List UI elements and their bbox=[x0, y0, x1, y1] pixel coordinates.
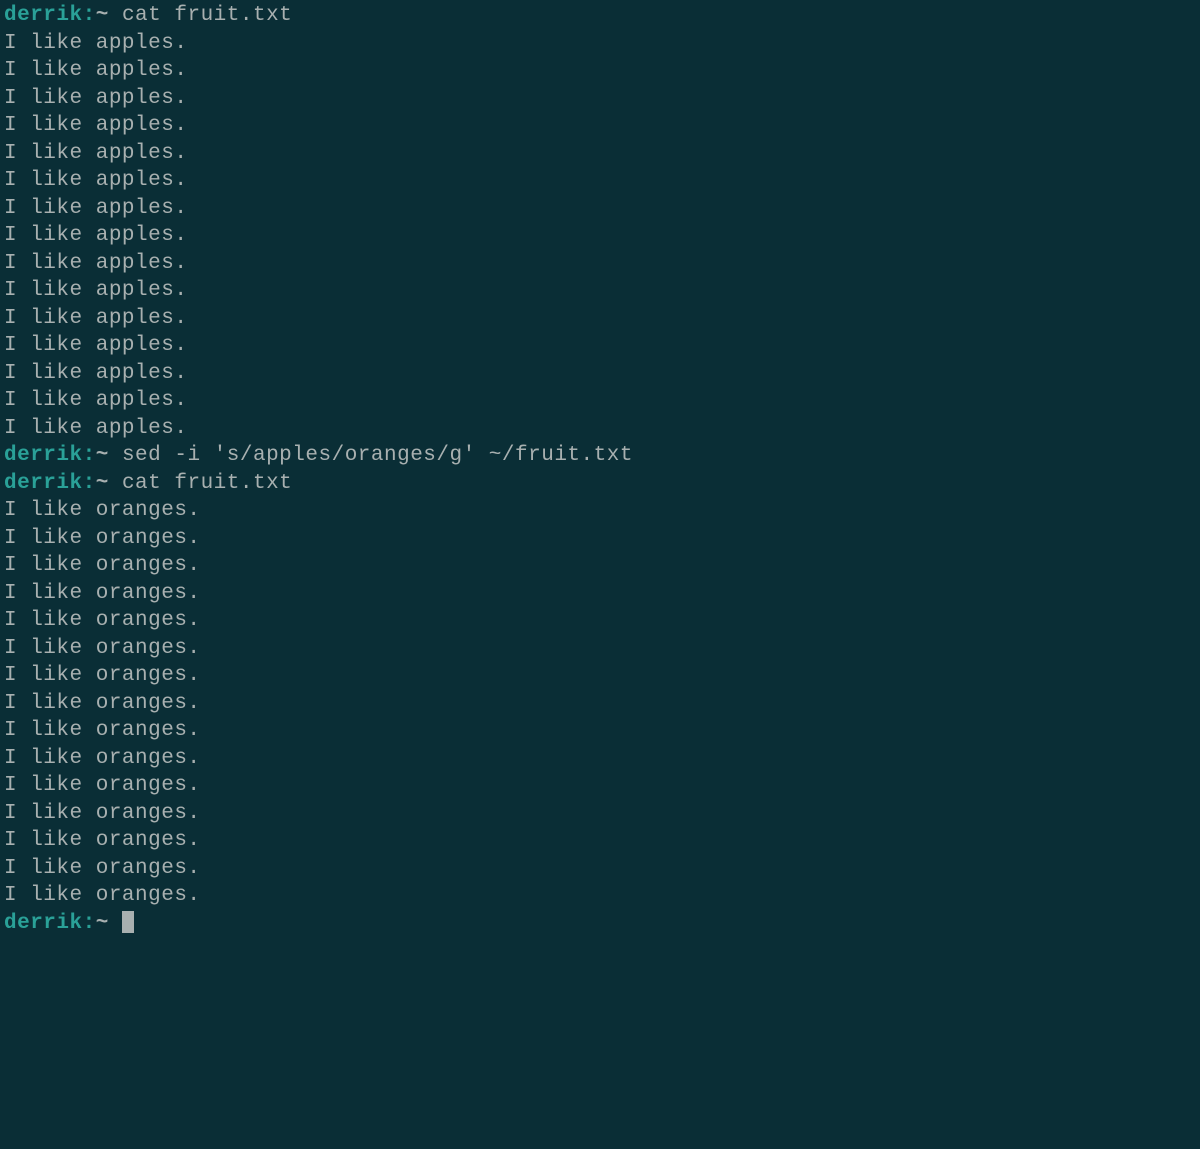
terminal-line: derrik:~ cat fruit.txt bbox=[4, 470, 1196, 498]
output-text: I like oranges. bbox=[4, 609, 201, 632]
terminal-line: I like apples. bbox=[4, 332, 1196, 360]
output-text: I like oranges. bbox=[4, 802, 201, 825]
output-text: I like apples. bbox=[4, 87, 187, 110]
terminal-line: I like oranges. bbox=[4, 690, 1196, 718]
terminal-line: derrik:~ sed -i 's/apples/oranges/g' ~/f… bbox=[4, 442, 1196, 470]
prompt-separator: : bbox=[83, 444, 96, 467]
output-text: I like oranges. bbox=[4, 582, 201, 605]
terminal-line: I like oranges. bbox=[4, 827, 1196, 855]
command-text: cat fruit.txt bbox=[122, 4, 292, 27]
prompt-user: derrik bbox=[4, 4, 83, 27]
terminal-line: I like apples. bbox=[4, 222, 1196, 250]
terminal-line: derrik:~ cat fruit.txt bbox=[4, 2, 1196, 30]
prompt-path: ~ bbox=[96, 912, 109, 935]
output-text: I like oranges. bbox=[4, 499, 201, 522]
output-text: I like oranges. bbox=[4, 664, 201, 687]
cursor-icon[interactable] bbox=[122, 911, 134, 933]
output-text: I like oranges. bbox=[4, 747, 201, 770]
output-text: I like apples. bbox=[4, 307, 187, 330]
output-text: I like apples. bbox=[4, 142, 187, 165]
output-text: I like apples. bbox=[4, 59, 187, 82]
output-text: I like apples. bbox=[4, 224, 187, 247]
terminal-line: I like apples. bbox=[4, 195, 1196, 223]
terminal-line: I like oranges. bbox=[4, 662, 1196, 690]
terminal-line: I like oranges. bbox=[4, 635, 1196, 663]
terminal-line: I like oranges. bbox=[4, 525, 1196, 553]
prompt-separator: : bbox=[83, 4, 96, 27]
output-text: I like oranges. bbox=[4, 527, 201, 550]
prompt-user: derrik bbox=[4, 472, 83, 495]
output-text: I like apples. bbox=[4, 32, 187, 55]
terminal-line: I like apples. bbox=[4, 57, 1196, 85]
prompt-suffix bbox=[109, 472, 122, 495]
prompt-separator: : bbox=[83, 472, 96, 495]
terminal-line: I like oranges. bbox=[4, 800, 1196, 828]
output-text: I like apples. bbox=[4, 334, 187, 357]
terminal-line: I like apples. bbox=[4, 112, 1196, 140]
terminal-line: I like oranges. bbox=[4, 772, 1196, 800]
terminal-line: I like oranges. bbox=[4, 717, 1196, 745]
terminal-line: I like oranges. bbox=[4, 855, 1196, 883]
prompt-separator: : bbox=[83, 912, 96, 935]
output-text: I like oranges. bbox=[4, 719, 201, 742]
prompt-suffix bbox=[109, 912, 122, 935]
output-text: I like oranges. bbox=[4, 554, 201, 577]
prompt-suffix bbox=[109, 444, 122, 467]
terminal-line: I like apples. bbox=[4, 167, 1196, 195]
output-text: I like oranges. bbox=[4, 637, 201, 660]
terminal-line: I like apples. bbox=[4, 387, 1196, 415]
output-text: I like apples. bbox=[4, 389, 187, 412]
output-text: I like apples. bbox=[4, 114, 187, 137]
output-text: I like apples. bbox=[4, 252, 187, 275]
terminal-line: I like oranges. bbox=[4, 745, 1196, 773]
terminal-line: I like apples. bbox=[4, 85, 1196, 113]
output-text: I like oranges. bbox=[4, 857, 201, 880]
terminal-line: I like oranges. bbox=[4, 607, 1196, 635]
output-text: I like apples. bbox=[4, 169, 187, 192]
output-text: I like oranges. bbox=[4, 692, 201, 715]
prompt-user: derrik bbox=[4, 444, 83, 467]
command-text: sed -i 's/apples/oranges/g' ~/fruit.txt bbox=[122, 444, 633, 467]
terminal-line: I like oranges. bbox=[4, 552, 1196, 580]
terminal-line: I like oranges. bbox=[4, 497, 1196, 525]
output-text: I like apples. bbox=[4, 279, 187, 302]
terminal-line: I like apples. bbox=[4, 250, 1196, 278]
output-text: I like apples. bbox=[4, 417, 187, 440]
output-text: I like oranges. bbox=[4, 829, 201, 852]
terminal-line: I like apples. bbox=[4, 140, 1196, 168]
output-text: I like oranges. bbox=[4, 884, 201, 907]
terminal-line: derrik:~ bbox=[4, 910, 1196, 938]
output-text: I like apples. bbox=[4, 362, 187, 385]
terminal-window[interactable]: derrik:~ cat fruit.txtI like apples.I li… bbox=[4, 2, 1196, 1147]
output-text: I like apples. bbox=[4, 197, 187, 220]
terminal-line: I like apples. bbox=[4, 360, 1196, 388]
terminal-line: I like apples. bbox=[4, 305, 1196, 333]
terminal-line: I like apples. bbox=[4, 415, 1196, 443]
terminal-line: I like apples. bbox=[4, 30, 1196, 58]
prompt-path: ~ bbox=[96, 4, 109, 27]
prompt-user: derrik bbox=[4, 912, 83, 935]
terminal-line: I like oranges. bbox=[4, 882, 1196, 910]
prompt-path: ~ bbox=[96, 444, 109, 467]
prompt-path: ~ bbox=[96, 472, 109, 495]
terminal-line: I like oranges. bbox=[4, 580, 1196, 608]
command-text: cat fruit.txt bbox=[122, 472, 292, 495]
prompt-suffix bbox=[109, 4, 122, 27]
output-text: I like oranges. bbox=[4, 774, 201, 797]
terminal-line: I like apples. bbox=[4, 277, 1196, 305]
